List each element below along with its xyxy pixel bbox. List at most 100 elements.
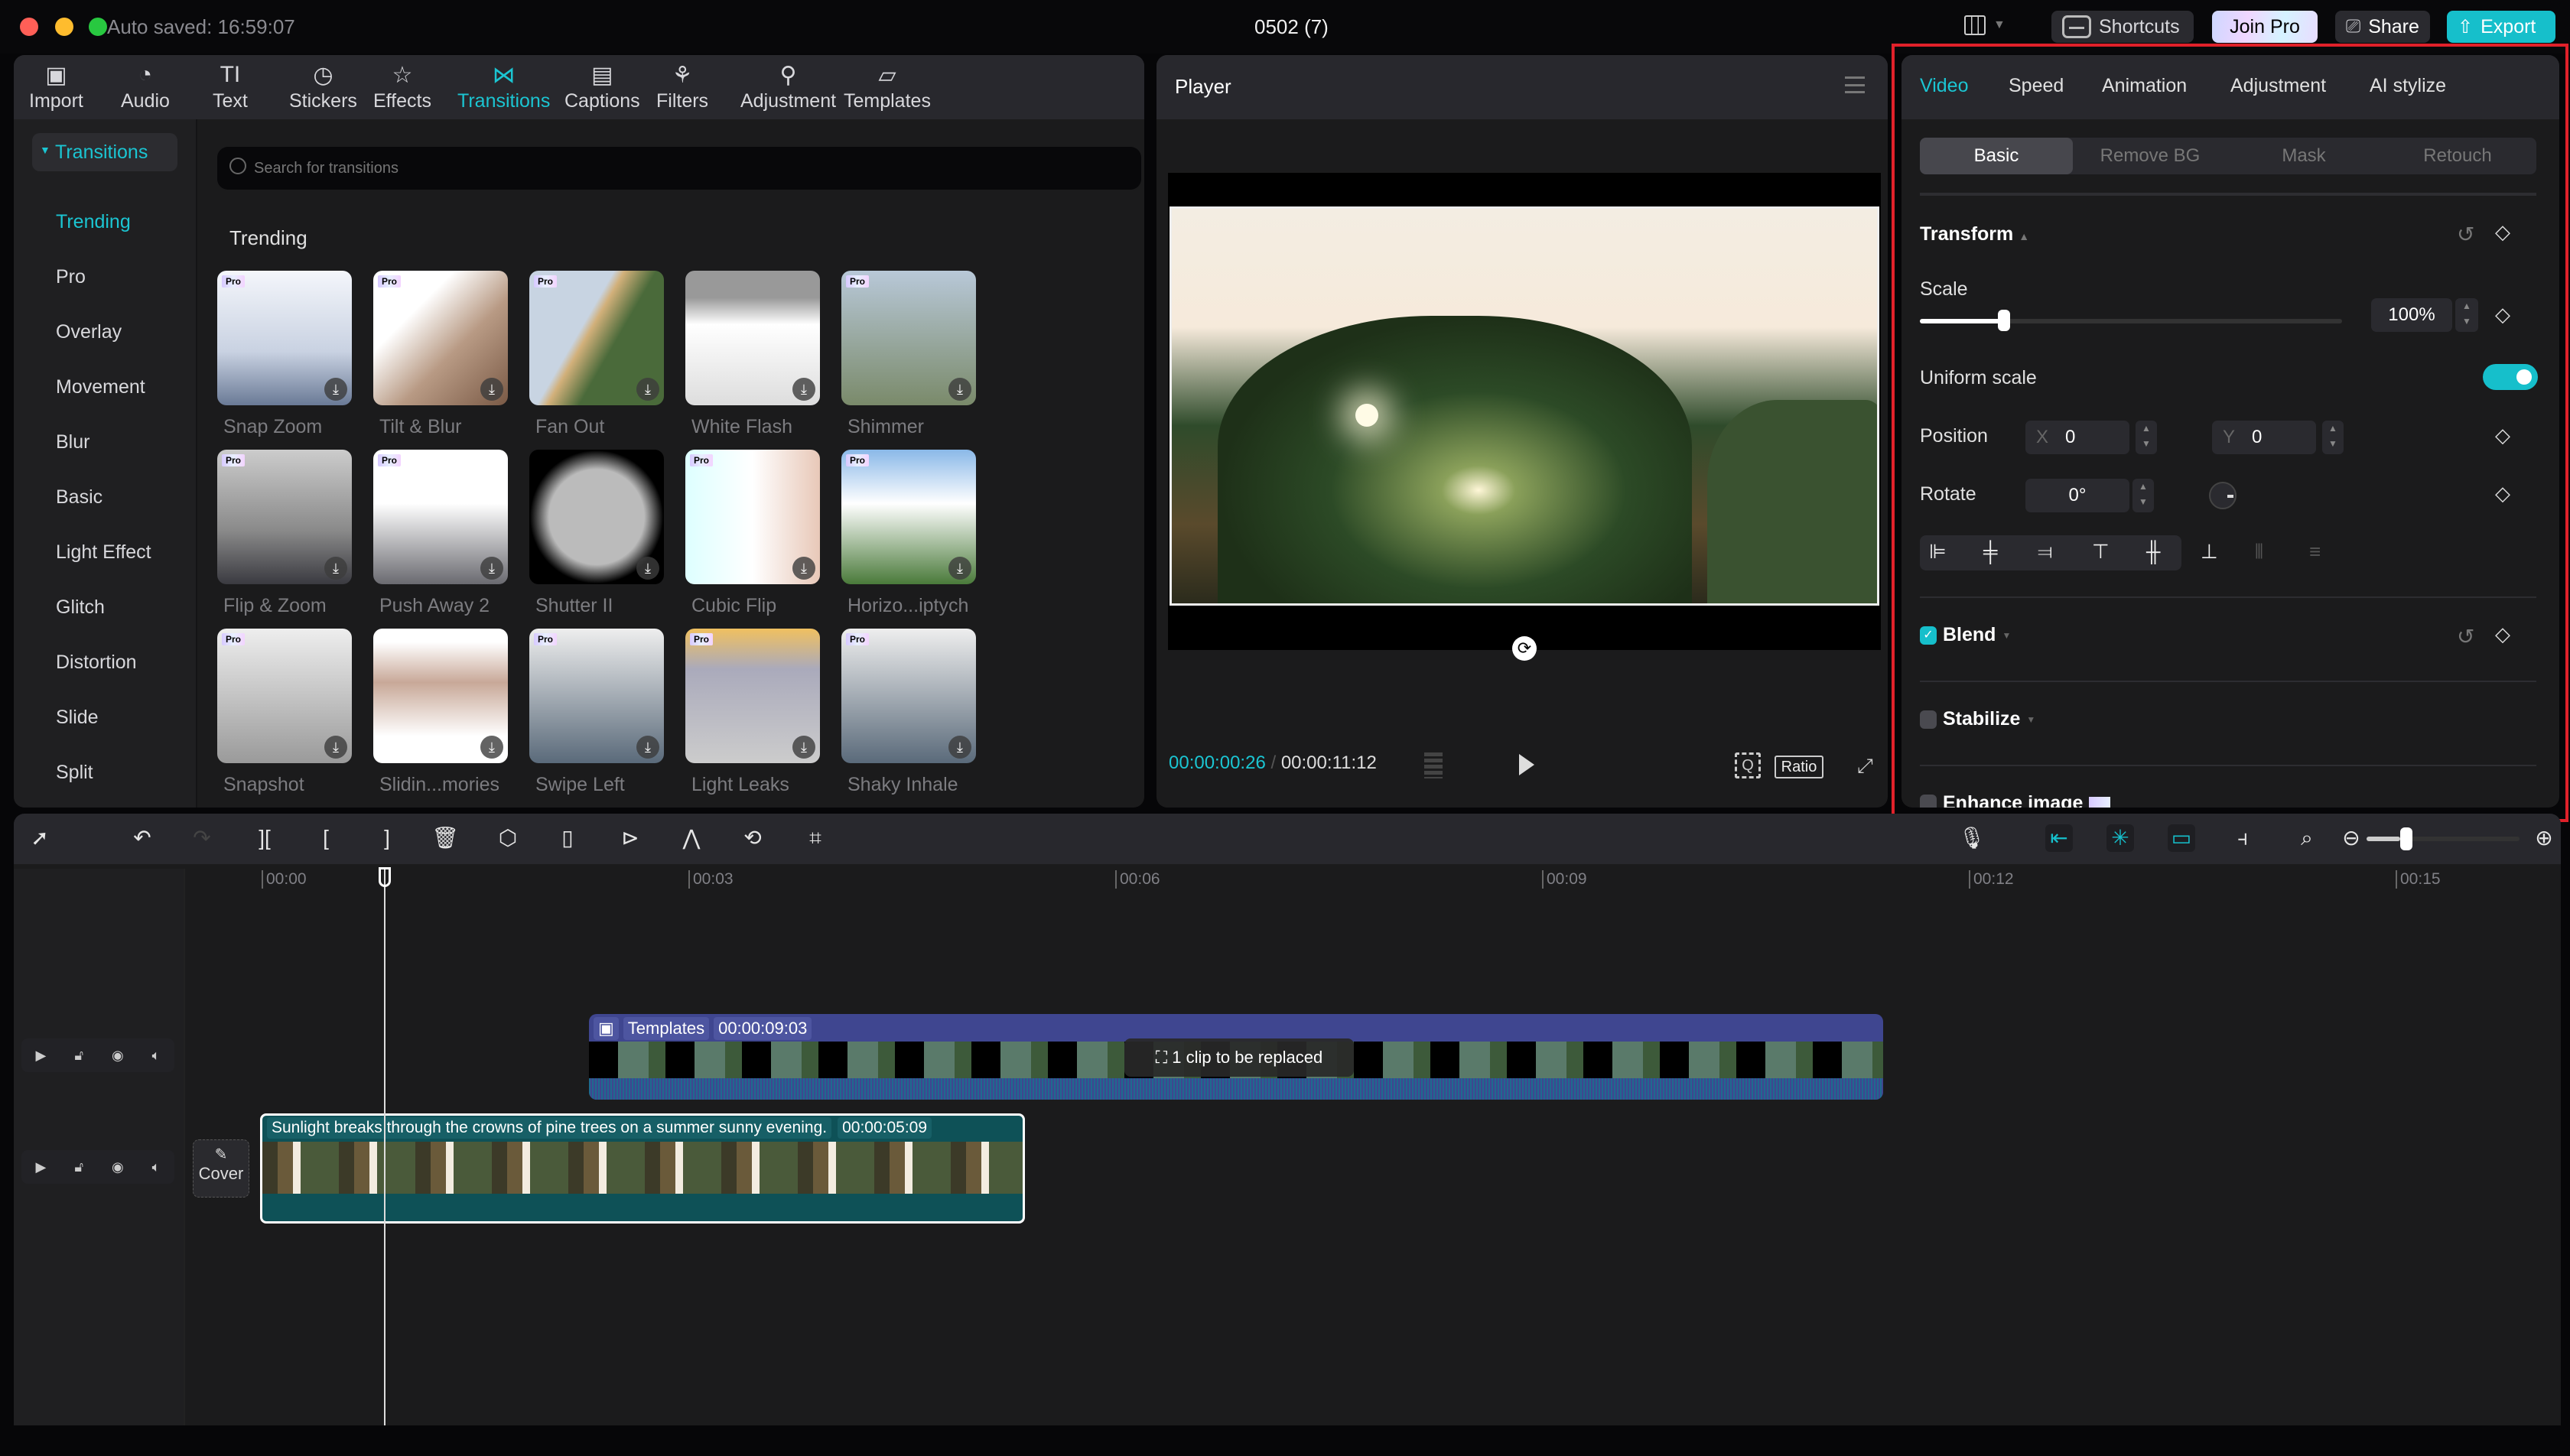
tool-stickers[interactable]: ◷ Stickers: [289, 60, 357, 112]
category-basic[interactable]: Basic: [56, 486, 102, 509]
distribute-v-icon[interactable]: ≡: [2309, 540, 2321, 564]
tab-video[interactable]: Video: [1920, 75, 1969, 97]
share-button[interactable]: ⎚ Share: [2335, 11, 2430, 43]
category-movement[interactable]: Movement: [56, 376, 145, 398]
download-icon[interactable]: ⤓: [480, 557, 503, 580]
align-bottom-icon[interactable]: ⊥: [2201, 540, 2218, 564]
rotate-clip-icon[interactable]: ⟲: [739, 824, 766, 852]
join-pro-button[interactable]: Join Pro: [2212, 11, 2318, 43]
scale-input[interactable]: 100%: [2371, 298, 2452, 332]
subtab-remove-bg[interactable]: Remove BG: [2074, 138, 2227, 174]
category-light-effect[interactable]: Light Effect: [56, 541, 151, 564]
maximize-window-button[interactable]: [89, 18, 107, 36]
transition-thumbnail[interactable]: Pro ⤓: [217, 450, 352, 584]
transition-thumbnail[interactable]: Pro ⤓: [841, 629, 976, 763]
align-top-icon[interactable]: ⊤: [2092, 540, 2110, 564]
export-button[interactable]: ⇧ Export: [2447, 11, 2555, 43]
tool-import[interactable]: ▣ Import: [29, 60, 83, 112]
keyframe-transform-icon[interactable]: ◇: [2495, 220, 2510, 244]
enhance-section-header[interactable]: Enhance image: [1920, 792, 2111, 808]
rotate-handle-icon[interactable]: ⟳: [1512, 636, 1537, 661]
transition-thumbnail[interactable]: Pro ⤓: [685, 450, 820, 584]
tool-transitions[interactable]: ⋈ Transitions: [457, 60, 550, 112]
close-window-button[interactable]: [20, 18, 38, 36]
category-glitch[interactable]: Glitch: [56, 596, 105, 619]
lock-icon[interactable]: 🔓︎: [74, 1048, 83, 1064]
tool-templates[interactable]: ▱ Templates: [844, 60, 931, 112]
preview-axis-icon[interactable]: ▭: [2168, 824, 2195, 852]
subtab-retouch[interactable]: Retouch: [2381, 138, 2534, 174]
shortcuts-button[interactable]: Shortcuts: [2051, 11, 2194, 43]
speaker-icon[interactable]: 🔈︎: [152, 1159, 161, 1175]
grid-view-icon[interactable]: [1409, 752, 1443, 778]
zoom-slider-thumb[interactable]: [2400, 827, 2412, 850]
zoom-out-icon[interactable]: ⊖: [2337, 824, 2365, 852]
search-bar[interactable]: [217, 147, 1141, 190]
layout-menu[interactable]: ▼: [1964, 15, 2006, 35]
category-pro[interactable]: Pro: [56, 266, 86, 288]
eye-icon[interactable]: ◉: [112, 1048, 124, 1064]
category-overlay[interactable]: Overlay: [56, 321, 122, 343]
transition-thumbnail[interactable]: Pro ⤓: [217, 629, 352, 763]
track-video-icon[interactable]: ▶: [35, 1159, 46, 1175]
align-center-h-icon[interactable]: ╪: [1983, 540, 1997, 564]
download-icon[interactable]: ⤓: [636, 736, 659, 759]
download-icon[interactable]: ⤓: [948, 736, 971, 759]
split-view-icon[interactable]: ⫞: [2229, 824, 2256, 852]
playhead[interactable]: [384, 867, 386, 1425]
tab-ai-stylize[interactable]: AI stylize: [2370, 75, 2446, 97]
marker-icon[interactable]: ⬡: [494, 824, 522, 852]
tool-adjustment[interactable]: ⚲ Adjustment: [740, 60, 836, 112]
position-x-input[interactable]: X 0: [2025, 421, 2129, 454]
microphone-icon[interactable]: 🎙︎: [1958, 824, 1986, 852]
project-title[interactable]: 0502 (7): [1254, 15, 1329, 39]
transition-thumbnail[interactable]: ⤓: [529, 450, 664, 584]
delete-icon[interactable]: 🗑︎: [431, 824, 459, 852]
download-icon[interactable]: ⤓: [792, 736, 815, 759]
track-video-icon[interactable]: ▶: [35, 1048, 46, 1064]
split-right-icon[interactable]: ]: [373, 824, 401, 852]
replace-clip-notice[interactable]: ⛶ 1 clip to be replaced: [1124, 1038, 1354, 1077]
keyframe-position-icon[interactable]: ◇: [2495, 424, 2510, 447]
tool-filters[interactable]: ⚘ Filters: [656, 60, 708, 112]
download-icon[interactable]: ⤓: [636, 557, 659, 580]
download-icon[interactable]: ⤓: [480, 378, 503, 401]
download-icon[interactable]: ⤓: [948, 557, 971, 580]
split-icon[interactable]: ][: [251, 824, 278, 852]
main-video-clip[interactable]: Sunlight breaks through the crowns of pi…: [260, 1113, 1025, 1224]
stabilize-checkbox[interactable]: [1920, 710, 1937, 729]
transition-thumbnail[interactable]: Pro ⤓: [685, 629, 820, 763]
tool-audio[interactable]: ◔ Audio: [121, 60, 170, 112]
stabilize-section-header[interactable]: Stabilize ▼: [1920, 708, 2035, 730]
scale-stepper[interactable]: ▲ ▼: [2455, 298, 2478, 332]
redo-icon[interactable]: ↷: [188, 824, 216, 852]
undo-icon[interactable]: ↶: [128, 824, 156, 852]
category-distortion[interactable]: Distortion: [56, 652, 137, 674]
split-left-icon[interactable]: [: [312, 824, 340, 852]
linkage-icon[interactable]: ✳: [2106, 824, 2134, 852]
tool-text[interactable]: TI Text: [213, 60, 248, 112]
transition-thumbnail[interactable]: Pro ⤓: [841, 450, 976, 584]
align-right-icon[interactable]: ⫤: [2038, 540, 2053, 564]
download-icon[interactable]: ⤓: [324, 736, 347, 759]
transition-thumbnail[interactable]: Pro ⤓: [373, 450, 508, 584]
distribute-h-icon[interactable]: ⫴: [2255, 540, 2263, 564]
transition-thumbnail[interactable]: Pro ⤓: [373, 271, 508, 405]
rotate-dial[interactable]: [2209, 482, 2237, 509]
menu-icon[interactable]: [1845, 76, 1865, 93]
video-frame[interactable]: [1170, 206, 1879, 606]
position-y-input[interactable]: Y 0: [2212, 421, 2316, 454]
zoom-in-icon[interactable]: ⊕: [2530, 824, 2558, 852]
uniform-scale-toggle[interactable]: [2483, 364, 2538, 390]
play-button[interactable]: [1519, 754, 1534, 775]
blend-checkbox[interactable]: ✓: [1920, 626, 1937, 645]
search-input[interactable]: [254, 153, 1095, 184]
transform-section-header[interactable]: Transform ▲: [1920, 223, 2029, 245]
tool-effects[interactable]: ☆ Effects: [373, 60, 431, 112]
subtab-mask[interactable]: Mask: [2227, 138, 2380, 174]
blend-section-header[interactable]: ✓ Blend ▼: [1920, 624, 2011, 646]
keyframe-scale-icon[interactable]: ◇: [2495, 303, 2510, 327]
mirror-icon[interactable]: ⋀: [678, 824, 705, 852]
subtab-basic[interactable]: Basic: [1920, 138, 2073, 174]
transition-thumbnail[interactable]: Pro ⤓: [529, 629, 664, 763]
